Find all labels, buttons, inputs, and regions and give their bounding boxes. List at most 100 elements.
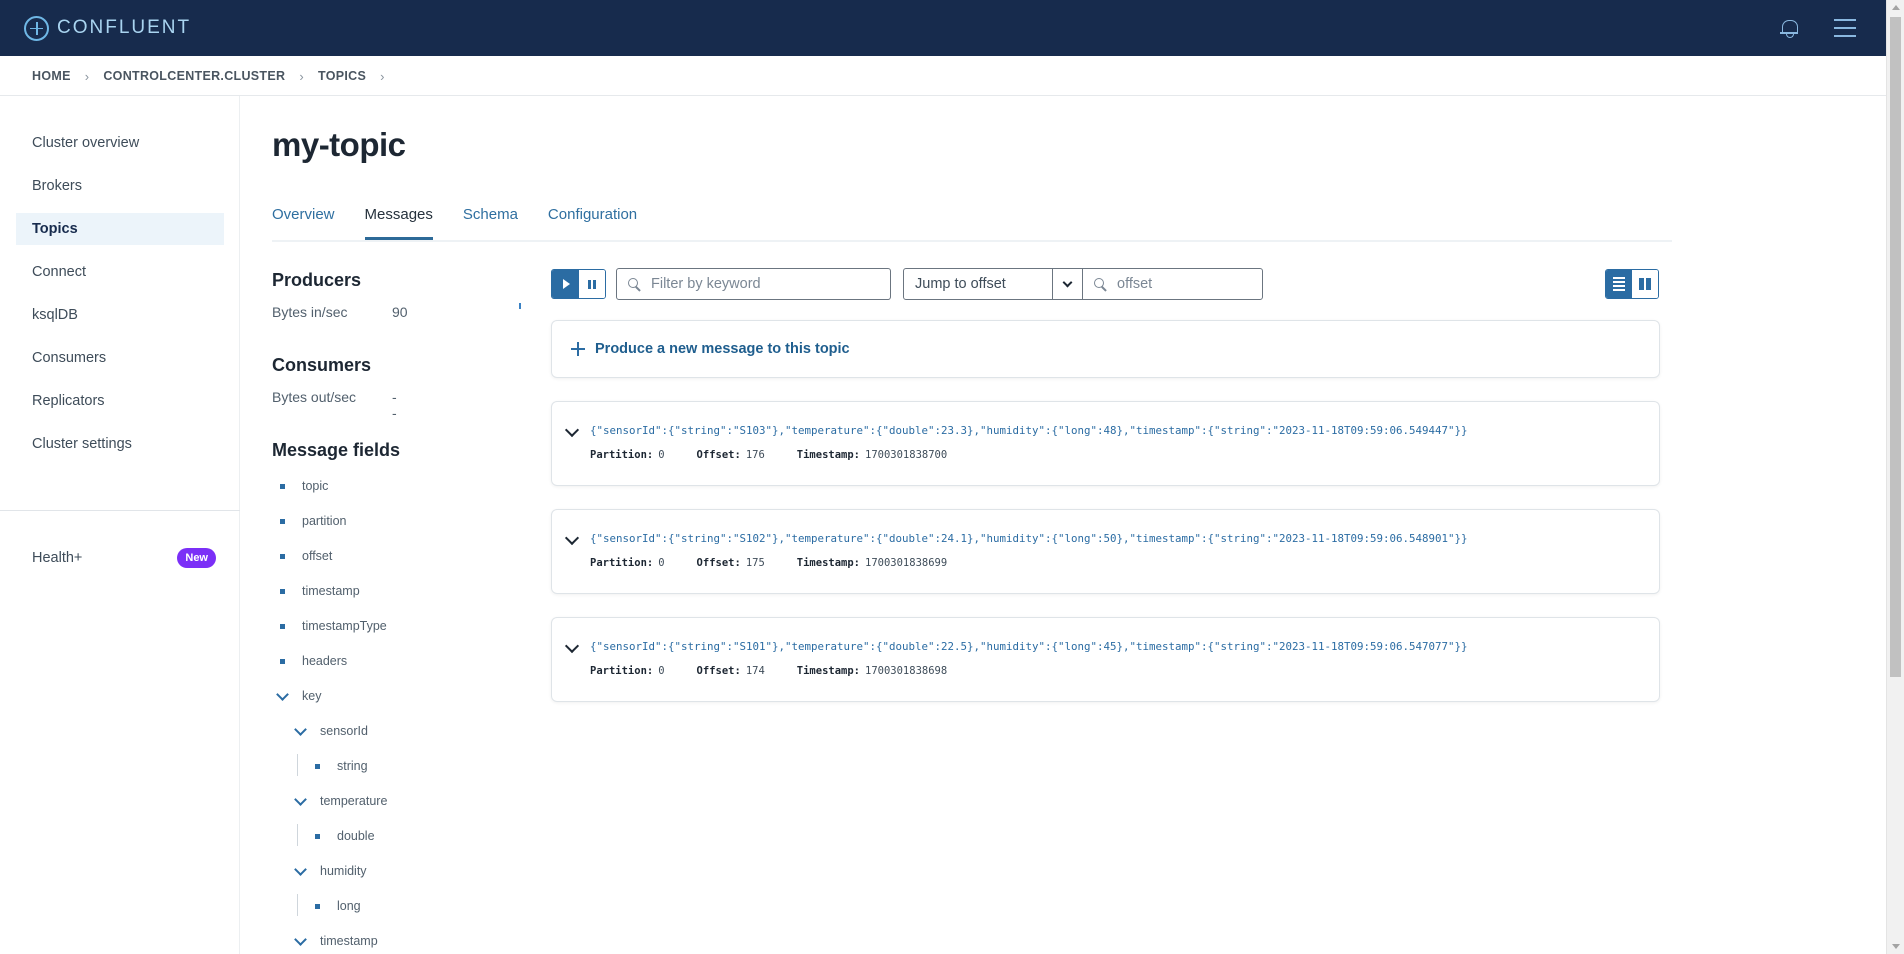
bullet-icon — [315, 833, 320, 839]
sidebar: Cluster overview Brokers Topics Connect … — [0, 96, 240, 954]
sidebar-item-cluster-settings[interactable]: Cluster settings — [16, 428, 224, 460]
column-view-button[interactable] — [1632, 270, 1658, 298]
sidebar-item-consumers[interactable]: Consumers — [16, 342, 224, 374]
message-metadata: Partition: 0 Offset: 175 Timestamp: 1700301… — [590, 557, 948, 569]
message-fields-heading: Message fields — [272, 440, 401, 460]
chevron-down-icon[interactable] — [294, 724, 308, 738]
list-view-button[interactable] — [1606, 270, 1632, 298]
field-key-humidity-type[interactable]: long — [315, 899, 361, 913]
produce-message-button[interactable]: Produce a new message to this topic — [551, 320, 1660, 378]
search-icon — [1094, 277, 1107, 291]
message-timestamp: 1700301838699 — [865, 557, 948, 569]
breadcrumb-cluster[interactable]: CONTROLCENTER.CLUSTER — [103, 69, 285, 83]
bullet-icon — [280, 658, 285, 664]
bullet-icon — [315, 763, 320, 769]
field-offset[interactable]: offset — [280, 549, 332, 563]
field-topic[interactable]: topic — [280, 479, 328, 493]
chevron-right-icon: › — [84, 68, 90, 84]
sidebar-item-health-plus[interactable]: Health+ New — [32, 546, 216, 570]
message-offset: 175 — [745, 557, 765, 569]
field-key-temperature[interactable]: temperature — [294, 794, 387, 808]
field-headers[interactable]: headers — [280, 654, 347, 668]
sidebar-item-ksqldb[interactable]: ksqlDB — [16, 299, 224, 331]
tree-connector — [297, 824, 298, 846]
play-icon — [562, 279, 570, 289]
message-timestamp: 1700301838700 — [865, 449, 948, 461]
offset-field — [1082, 268, 1263, 300]
jump-select-value: Jump to offset — [915, 276, 1006, 292]
tree-connector — [297, 754, 298, 776]
message-card[interactable]: {"sensorId":{"string":"S103"},"temperatu… — [551, 401, 1660, 486]
tab-overview[interactable]: Overview — [272, 206, 335, 237]
field-key-timestamp[interactable]: timestamp — [294, 934, 378, 948]
sidebar-item-replicators[interactable]: Replicators — [16, 385, 224, 417]
sidebar-divider — [0, 510, 240, 511]
tab-messages[interactable]: Messages — [364, 206, 434, 240]
message-offset: 174 — [745, 665, 765, 677]
confluent-logo[interactable]: CONFLUENT — [24, 15, 191, 41]
confluent-logo-icon — [24, 15, 49, 41]
field-key-temperature-type[interactable]: double — [315, 829, 375, 843]
play-button[interactable] — [552, 270, 579, 298]
tab-schema[interactable]: Schema — [463, 206, 518, 237]
offset-input[interactable] — [1117, 276, 1262, 292]
chevron-down-icon[interactable] — [564, 530, 580, 546]
sidebar-item-brokers[interactable]: Brokers — [16, 170, 224, 202]
menu-hamburger-icon[interactable] — [1834, 19, 1856, 37]
tabs-divider — [272, 240, 1672, 242]
playback-controls — [551, 269, 606, 299]
view-toggle — [1605, 269, 1659, 299]
topic-tabs: Overview Messages Schema Configuration — [272, 206, 667, 240]
sidebar-item-cluster-overview[interactable]: Cluster overview — [16, 127, 224, 159]
chevron-right-icon: › — [299, 68, 304, 84]
scrollbar-thumb[interactable] — [1890, 17, 1901, 677]
chevron-down-icon[interactable] — [1052, 269, 1082, 299]
bytes-out-value: -- — [392, 389, 397, 421]
bullet-icon — [280, 518, 285, 524]
sidebar-item-topics[interactable]: Topics — [16, 213, 224, 245]
message-partition: 0 — [658, 557, 665, 569]
bytes-out-label: Bytes out/sec — [272, 389, 357, 405]
notifications-bell-icon[interactable] — [1780, 18, 1798, 38]
message-card[interactable]: {"sensorId":{"string":"S102"},"temperatu… — [551, 509, 1660, 594]
field-timestamp-type[interactable]: timestampType — [280, 619, 387, 633]
bullet-icon — [280, 588, 285, 594]
bytes-in-sparkline — [519, 303, 521, 309]
chevron-down-icon[interactable] — [294, 864, 308, 878]
field-key-sensorid-type[interactable]: string — [315, 759, 368, 773]
field-key-humidity[interactable]: humidity — [294, 864, 367, 878]
sidebar-item-connect[interactable]: Connect — [16, 256, 224, 288]
field-key[interactable]: key — [276, 689, 321, 703]
new-badge: New — [177, 548, 216, 568]
scroll-up-icon[interactable] — [1892, 5, 1900, 10]
health-plus-label: Health+ — [32, 550, 83, 566]
scroll-down-icon[interactable] — [1892, 944, 1900, 949]
tree-connector — [297, 894, 298, 916]
producers-heading: Producers — [272, 270, 362, 290]
chevron-down-icon[interactable] — [564, 422, 580, 438]
page-title: my-topic — [272, 126, 406, 163]
field-partition[interactable]: partition — [280, 514, 346, 528]
filter-keyword-input[interactable] — [651, 276, 890, 292]
field-key-sensorid[interactable]: sensorId — [294, 724, 368, 738]
breadcrumb-topics[interactable]: TOPICS — [318, 69, 366, 83]
chevron-down-icon[interactable] — [276, 689, 290, 703]
bullet-icon — [280, 483, 285, 489]
chevron-down-icon[interactable] — [294, 934, 308, 948]
pause-icon — [587, 279, 591, 289]
message-card[interactable]: {"sensorId":{"string":"S101"},"temperatu… — [551, 617, 1660, 702]
page-scrollbar[interactable] — [1886, 0, 1904, 954]
bytes-in-label: Bytes in/sec — [272, 304, 348, 320]
message-partition: 0 — [658, 665, 665, 677]
tab-configuration[interactable]: Configuration — [548, 206, 637, 237]
pause-button[interactable] — [578, 270, 605, 298]
chevron-down-icon[interactable] — [294, 794, 308, 808]
top-bar: CONFLUENT — [0, 0, 1886, 56]
plus-icon — [571, 342, 585, 356]
message-value: {"sensorId":{"string":"S102"},"temperatu… — [590, 532, 1468, 545]
jump-to-offset-select[interactable]: Jump to offset — [903, 268, 1083, 300]
breadcrumb-home[interactable]: HOME — [32, 69, 71, 83]
field-timestamp[interactable]: timestamp — [280, 584, 360, 598]
chevron-down-icon[interactable] — [564, 638, 580, 654]
bullet-icon — [280, 623, 285, 629]
